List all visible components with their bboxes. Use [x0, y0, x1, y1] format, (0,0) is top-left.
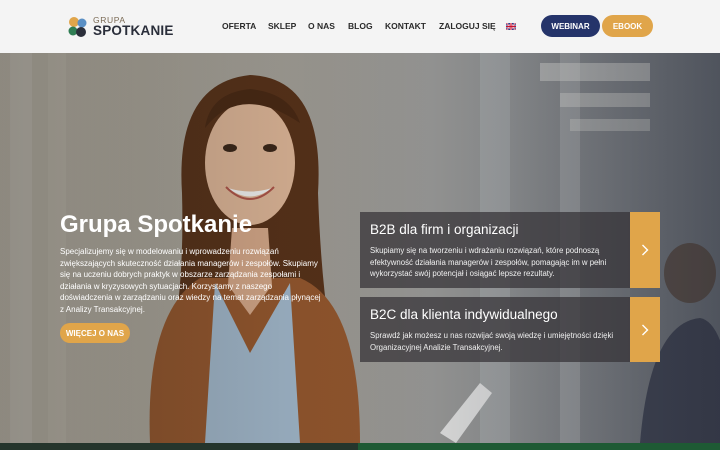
site-header: GRUPA SPOTKANIE OFERTA SKLEP O NAS BLOG … — [0, 0, 720, 53]
b2c-card[interactable]: B2C dla klienta indywidualnego Sprawdź j… — [360, 297, 660, 362]
nav-item-oferta[interactable]: OFERTA — [222, 21, 256, 31]
next-section-preview-green — [358, 443, 720, 450]
chevron-right-icon — [642, 244, 649, 256]
hero-description: Specjalizujemy się w modelowaniu i wprow… — [60, 247, 321, 314]
nav-item-blog[interactable]: BLOG — [348, 21, 373, 31]
hero-section: Grupa Spotkanie Specjalizujemy się w mod… — [0, 53, 720, 443]
b2b-card-arrow[interactable] — [630, 212, 660, 288]
nav-item-kontakt[interactable]: KONTAKT — [385, 21, 426, 31]
hero-title: Grupa Spotkanie — [60, 211, 253, 238]
logo[interactable]: GRUPA SPOTKANIE — [66, 14, 173, 40]
b2c-card-arrow[interactable] — [630, 297, 660, 362]
b2c-card-title: B2C dla klienta indywidualnego — [370, 307, 558, 322]
more-about-us-button[interactable]: WIĘCEJ O NAS — [60, 323, 130, 343]
chevron-right-icon — [642, 324, 649, 335]
b2b-card-title: B2B dla firm i organizacji — [370, 222, 519, 237]
nav-item-o-nas[interactable]: O NAS — [308, 21, 335, 31]
logo-mark-icon — [68, 17, 87, 37]
b2b-card-text: Skupiamy się na tworzeniu i wdrażaniu ro… — [370, 246, 607, 278]
webinar-button[interactable]: WEBINAR — [541, 15, 600, 37]
ebook-button[interactable]: EBOOK — [602, 15, 653, 37]
b2c-card-text: Sprawdź jak możesz u nas rozwijać swoją … — [370, 331, 614, 352]
nav-item-sklep[interactable]: SKLEP — [268, 21, 296, 31]
logo-text-big: SPOTKANIE — [93, 23, 174, 38]
uk-flag-icon[interactable] — [506, 23, 516, 30]
nav-item-zaloguj[interactable]: ZALOGUJ SIĘ — [439, 21, 496, 31]
b2b-card[interactable]: B2B dla firm i organizacji Skupiamy się … — [360, 212, 660, 288]
